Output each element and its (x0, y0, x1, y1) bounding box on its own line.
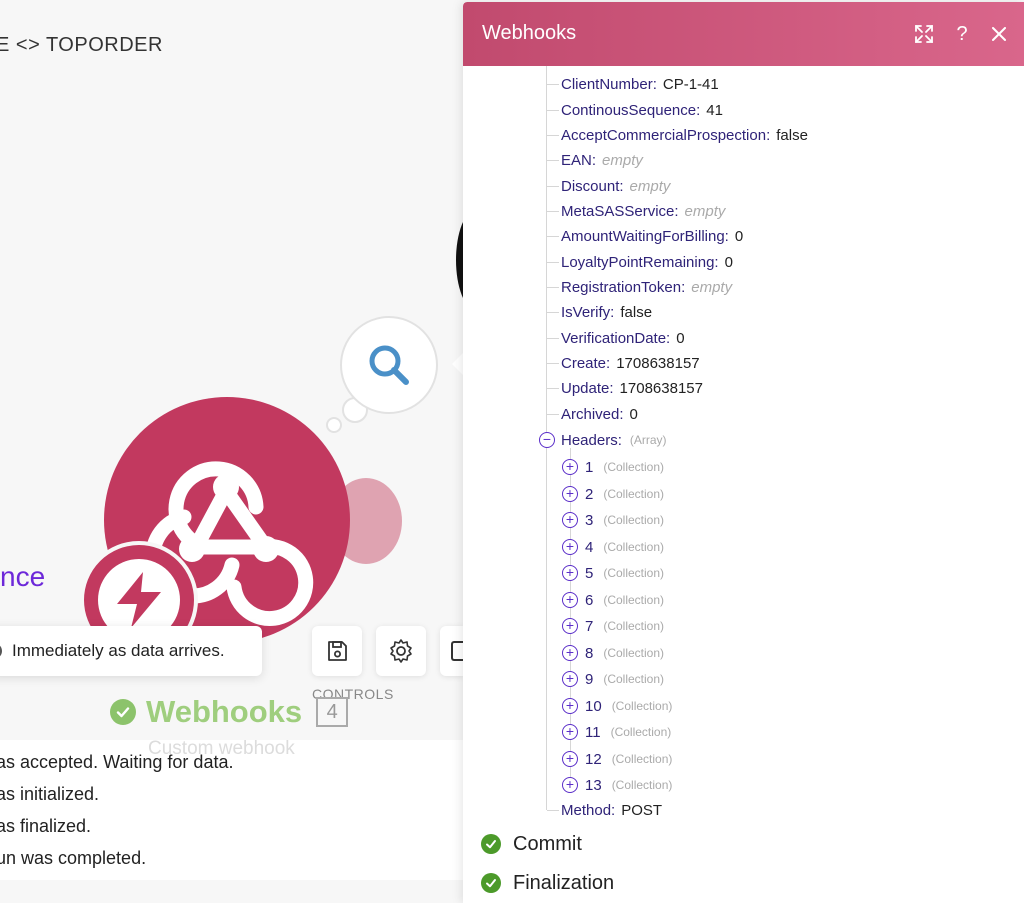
tree-field: ClientNumber: CP-1-41 (561, 75, 719, 93)
schedule-tooltip[interactable]: Immediately as data arrives. (0, 626, 262, 676)
tree-field: EAN: empty (561, 151, 643, 169)
tree-field: Method: POST (561, 801, 663, 819)
panel-title: Webhooks (482, 22, 577, 44)
tree-header-item[interactable]: 13 (Collection) (585, 774, 672, 796)
log-line: un was completed. (0, 848, 147, 868)
status-finalization[interactable]: Finalization (481, 870, 614, 896)
check-circle-icon (481, 873, 501, 893)
log-line: as finalized. (0, 816, 92, 836)
module-status: Webhooks 4 (110, 692, 349, 732)
tree-header-item[interactable]: 2 (Collection) (585, 483, 664, 505)
save-button[interactable] (312, 626, 362, 676)
expand-icon[interactable]: + (562, 671, 578, 687)
tree-header-item[interactable]: 7 (Collection) (585, 615, 664, 637)
expand-icon[interactable]: + (562, 512, 578, 528)
tree-header-item[interactable]: 9 (Collection) (585, 668, 664, 690)
gear-icon (390, 639, 412, 663)
expand-icon[interactable]: + (562, 645, 578, 661)
tree-field: Update: 1708638157 (561, 379, 703, 397)
notes-icon (451, 641, 463, 661)
tree-field: Archived: 0 (561, 405, 638, 423)
tree-field: Discount: empty (561, 177, 671, 195)
module-count-badge: 4 (316, 697, 349, 727)
expand-icon[interactable]: + (562, 618, 578, 634)
panel-header: Webhooks ? (463, 2, 1024, 66)
expand-icon[interactable]: + (562, 751, 578, 767)
log-line: as initialized. (0, 784, 100, 804)
tree-field: VerificationDate: 0 (561, 329, 685, 347)
tree-headers[interactable]: Headers: (Array) (561, 429, 667, 451)
expand-icon[interactable]: + (562, 777, 578, 793)
tree-header-item[interactable]: 8 (Collection) (585, 642, 664, 664)
tree-header-item[interactable]: 5 (Collection) (585, 562, 664, 584)
help-icon[interactable]: ? (950, 22, 974, 46)
check-circle-icon (110, 699, 136, 725)
tree-field: Create: 1708638157 (561, 354, 700, 372)
tree-field: LoyaltyPointRemaining: 0 (561, 253, 733, 271)
check-circle-icon (481, 834, 501, 854)
tree-header-item[interactable]: 12 (Collection) (585, 748, 672, 770)
execution-log: as accepted. Waiting for data. as initia… (0, 740, 470, 880)
module-subtitle: Custom webhook (148, 738, 295, 759)
lightning-icon (117, 572, 161, 628)
tree-header-item[interactable]: 4 (Collection) (585, 536, 664, 558)
expand-icon[interactable]: + (562, 698, 578, 714)
scenario-partial-label: nce (0, 561, 46, 592)
tree-field: IsVerify: false (561, 303, 653, 321)
expand-icon[interactable]: + (562, 539, 578, 555)
tree-header-item[interactable]: 1 (Collection) (585, 456, 664, 478)
save-icon (328, 641, 347, 661)
expand-icon[interactable]: + (562, 459, 578, 475)
status-label: Finalization (513, 871, 615, 894)
tree-field: AmountWaitingForBilling: 0 (561, 227, 744, 245)
expand-icon[interactable]: + (562, 724, 578, 740)
status-label: Commit (513, 832, 582, 855)
tree-field: ContinousSequence: 41 (561, 101, 723, 119)
expand-icon[interactable]: + (562, 486, 578, 502)
tree-field: AcceptCommercialProspection: false (561, 126, 808, 144)
expand-icon[interactable]: + (562, 592, 578, 608)
schedule-text: Immediately as data arrives. (12, 641, 225, 660)
tree-field: RegistrationToken: empty (561, 278, 733, 296)
clock-icon (0, 643, 2, 659)
search-icon (369, 345, 409, 385)
output-bundle-tree[interactable]: ClientNumber: CP-1-41 ContinousSequence: 4… (463, 66, 1024, 826)
scenario-title: E <> TOPORDER (0, 34, 163, 56)
status-commit[interactable]: Commit (481, 831, 582, 857)
notes-button[interactable] (440, 626, 463, 676)
tree-header-item[interactable]: 10 (Collection) (585, 695, 672, 717)
tree-field: MetaSASService: empty (561, 202, 726, 220)
collapse-icon[interactable]: − (539, 432, 555, 448)
search-bubble[interactable] (340, 316, 438, 414)
expand-icon[interactable] (912, 22, 936, 46)
expand-icon[interactable]: + (562, 565, 578, 581)
tree-header-item[interactable]: 3 (Collection) (585, 509, 664, 531)
settings-button[interactable] (376, 626, 426, 676)
webhooks-panel: Webhooks ? ClientNumber: CP-1-41 Continou… (463, 2, 1024, 903)
tree-header-item[interactable]: 6 (Collection) (585, 589, 664, 611)
module-name: Webhooks (146, 694, 303, 729)
tree-header-item[interactable]: 11 (Collection) (585, 721, 671, 743)
close-icon[interactable] (987, 22, 1011, 46)
